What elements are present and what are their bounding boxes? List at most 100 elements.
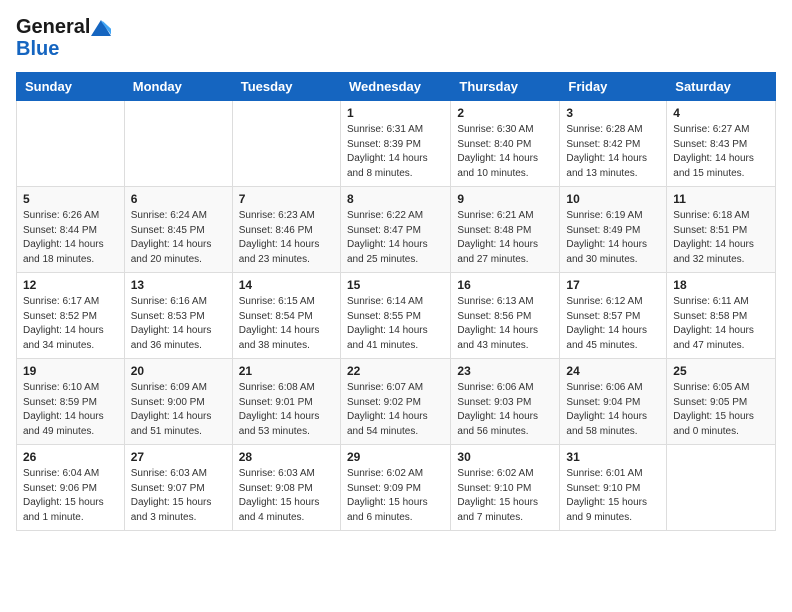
day-number: 23 xyxy=(457,364,553,378)
week-row-2: 5Sunrise: 6:26 AM Sunset: 8:44 PM Daylig… xyxy=(17,187,776,273)
day-number: 14 xyxy=(239,278,334,292)
day-header-tuesday: Tuesday xyxy=(232,73,340,101)
day-info: Sunrise: 6:16 AM Sunset: 8:53 PM Dayligh… xyxy=(131,295,226,353)
calendar-cell: 6Sunrise: 6:24 AM Sunset: 8:45 PM Daylig… xyxy=(124,187,232,273)
calendar-cell: 12 Sunrise: 6:17 AM Sunset: 8:52 PM Dayli… xyxy=(17,273,125,359)
day-number: 24 xyxy=(566,364,660,378)
calendar-cell xyxy=(232,101,340,187)
day-info: Sunrise: 6:03 AM Sunset: 9:07 PM Dayligh… xyxy=(131,467,226,525)
calendar-cell: 2 Sunrise: 6:30 AM Sunset: 8:40 PM Daylig… xyxy=(451,101,560,187)
calendar-cell: 5Sunrise: 6:26 AM Sunset: 8:44 PM Daylig… xyxy=(17,187,125,273)
day-number: 19 xyxy=(23,364,118,378)
day-number: 16 xyxy=(457,278,553,292)
calendar-cell: 23Sunrise: 6:06 AM Sunset: 9:03 PM Dayli… xyxy=(451,359,560,445)
week-row-5: 26 Sunrise: 6:04 AM Sunset: 9:06 PM Dayli… xyxy=(17,445,776,531)
day-header-thursday: Thursday xyxy=(451,73,560,101)
day-number: 25 xyxy=(673,364,769,378)
calendar-cell: 25 Sunrise: 6:05 AM Sunset: 9:05 PM Dayli… xyxy=(667,359,776,445)
day-header-wednesday: Wednesday xyxy=(340,73,450,101)
day-info: Sunrise: 6:10 AM Sunset: 8:59 PM Dayligh… xyxy=(23,381,118,439)
day-number: 5 xyxy=(23,192,118,206)
day-number: 30 xyxy=(457,450,553,464)
calendar-cell: 19 Sunrise: 6:10 AM Sunset: 8:59 PM Dayli… xyxy=(17,359,125,445)
calendar-cell: 15 Sunrise: 6:14 AM Sunset: 8:55 PM Dayli… xyxy=(340,273,450,359)
day-number: 1 xyxy=(347,106,444,120)
calendar-cell: 22 Sunrise: 6:07 AM Sunset: 9:02 PM Dayli… xyxy=(340,359,450,445)
day-header-friday: Friday xyxy=(560,73,667,101)
calendar-cell: 9 Sunrise: 6:21 AM Sunset: 8:48 PM Daylig… xyxy=(451,187,560,273)
calendar-cell: 21 Sunrise: 6:08 AM Sunset: 9:01 PM Dayli… xyxy=(232,359,340,445)
day-info: Sunrise: 6:27 AM Sunset: 8:43 PM Dayligh… xyxy=(673,123,769,181)
calendar-cell: 30 Sunrise: 6:02 AM Sunset: 9:10 PM Dayli… xyxy=(451,445,560,531)
day-info: Sunrise: 6:12 AM Sunset: 8:57 PM Dayligh… xyxy=(566,295,660,353)
day-info: Sunrise: 6:14 AM Sunset: 8:55 PM Dayligh… xyxy=(347,295,444,353)
week-row-4: 19 Sunrise: 6:10 AM Sunset: 8:59 PM Dayli… xyxy=(17,359,776,445)
calendar-cell: 10 Sunrise: 6:19 AM Sunset: 8:49 PM Dayli… xyxy=(560,187,667,273)
calendar-cell: 4 Sunrise: 6:27 AM Sunset: 8:43 PM Daylig… xyxy=(667,101,776,187)
day-number: 17 xyxy=(566,278,660,292)
day-number: 15 xyxy=(347,278,444,292)
logo-bird-icon xyxy=(91,18,111,38)
calendar-cell: 26 Sunrise: 6:04 AM Sunset: 9:06 PM Dayli… xyxy=(17,445,125,531)
calendar-cell: 27 Sunrise: 6:03 AM Sunset: 9:07 PM Dayli… xyxy=(124,445,232,531)
day-info: Sunrise: 6:07 AM Sunset: 9:02 PM Dayligh… xyxy=(347,381,444,439)
calendar-cell xyxy=(667,445,776,531)
day-info: Sunrise: 6:18 AM Sunset: 8:51 PM Dayligh… xyxy=(673,209,769,267)
calendar-cell: 31Sunrise: 6:01 AM Sunset: 9:10 PM Dayli… xyxy=(560,445,667,531)
day-info: Sunrise: 6:24 AM Sunset: 8:45 PM Dayligh… xyxy=(131,209,226,267)
calendar-header-row: SundayMondayTuesdayWednesdayThursdayFrid… xyxy=(17,73,776,101)
calendar-cell xyxy=(124,101,232,187)
day-info: Sunrise: 6:11 AM Sunset: 8:58 PM Dayligh… xyxy=(673,295,769,353)
day-info: Sunrise: 6:08 AM Sunset: 9:01 PM Dayligh… xyxy=(239,381,334,439)
day-number: 2 xyxy=(457,106,553,120)
day-number: 4 xyxy=(673,106,769,120)
day-number: 10 xyxy=(566,192,660,206)
day-info: Sunrise: 6:28 AM Sunset: 8:42 PM Dayligh… xyxy=(566,123,660,181)
calendar-cell: 17 Sunrise: 6:12 AM Sunset: 8:57 PM Dayli… xyxy=(560,273,667,359)
calendar-table: SundayMondayTuesdayWednesdayThursdayFrid… xyxy=(16,72,776,531)
day-info: Sunrise: 6:31 AM Sunset: 8:39 PM Dayligh… xyxy=(347,123,444,181)
calendar-cell: 28 Sunrise: 6:03 AM Sunset: 9:08 PM Dayli… xyxy=(232,445,340,531)
day-info: Sunrise: 6:06 AM Sunset: 9:04 PM Dayligh… xyxy=(566,381,660,439)
day-info: Sunrise: 6:13 AM Sunset: 8:56 PM Dayligh… xyxy=(457,295,553,353)
calendar-cell: 8Sunrise: 6:22 AM Sunset: 8:47 PM Daylig… xyxy=(340,187,450,273)
calendar-cell: 7Sunrise: 6:23 AM Sunset: 8:46 PM Daylig… xyxy=(232,187,340,273)
calendar-cell: 16 Sunrise: 6:13 AM Sunset: 8:56 PM Dayli… xyxy=(451,273,560,359)
calendar-cell: 11Sunrise: 6:18 AM Sunset: 8:51 PM Dayli… xyxy=(667,187,776,273)
day-number: 29 xyxy=(347,450,444,464)
day-number: 20 xyxy=(131,364,226,378)
day-header-saturday: Saturday xyxy=(667,73,776,101)
day-info: Sunrise: 6:05 AM Sunset: 9:05 PM Dayligh… xyxy=(673,381,769,439)
day-number: 18 xyxy=(673,278,769,292)
day-info: Sunrise: 6:21 AM Sunset: 8:48 PM Dayligh… xyxy=(457,209,553,267)
day-info: Sunrise: 6:22 AM Sunset: 8:47 PM Dayligh… xyxy=(347,209,444,267)
day-info: Sunrise: 6:02 AM Sunset: 9:09 PM Dayligh… xyxy=(347,467,444,525)
calendar-cell: 20Sunrise: 6:09 AM Sunset: 9:00 PM Dayli… xyxy=(124,359,232,445)
day-info: Sunrise: 6:30 AM Sunset: 8:40 PM Dayligh… xyxy=(457,123,553,181)
day-number: 13 xyxy=(131,278,226,292)
day-number: 9 xyxy=(457,192,553,206)
calendar-cell: 14 Sunrise: 6:15 AM Sunset: 8:54 PM Dayli… xyxy=(232,273,340,359)
day-info: Sunrise: 6:15 AM Sunset: 8:54 PM Dayligh… xyxy=(239,295,334,353)
day-number: 27 xyxy=(131,450,226,464)
day-info: Sunrise: 6:04 AM Sunset: 9:06 PM Dayligh… xyxy=(23,467,118,525)
week-row-1: 1 Sunrise: 6:31 AM Sunset: 8:39 PM Daylig… xyxy=(17,101,776,187)
logo: GeneralBlue xyxy=(16,16,111,60)
day-info: Sunrise: 6:17 AM Sunset: 8:52 PM Dayligh… xyxy=(23,295,118,353)
day-header-sunday: Sunday xyxy=(17,73,125,101)
day-number: 26 xyxy=(23,450,118,464)
day-info: Sunrise: 6:03 AM Sunset: 9:08 PM Dayligh… xyxy=(239,467,334,525)
day-info: Sunrise: 6:19 AM Sunset: 8:49 PM Dayligh… xyxy=(566,209,660,267)
day-number: 31 xyxy=(566,450,660,464)
day-header-monday: Monday xyxy=(124,73,232,101)
calendar-cell: 18 Sunrise: 6:11 AM Sunset: 8:58 PM Dayli… xyxy=(667,273,776,359)
day-info: Sunrise: 6:02 AM Sunset: 9:10 PM Dayligh… xyxy=(457,467,553,525)
calendar-cell: 29 Sunrise: 6:02 AM Sunset: 9:09 PM Dayli… xyxy=(340,445,450,531)
day-number: 7 xyxy=(239,192,334,206)
calendar-cell: 13 Sunrise: 6:16 AM Sunset: 8:53 PM Dayli… xyxy=(124,273,232,359)
day-number: 28 xyxy=(239,450,334,464)
day-number: 21 xyxy=(239,364,334,378)
day-number: 12 xyxy=(23,278,118,292)
day-number: 22 xyxy=(347,364,444,378)
logo-text: GeneralBlue xyxy=(16,16,111,60)
